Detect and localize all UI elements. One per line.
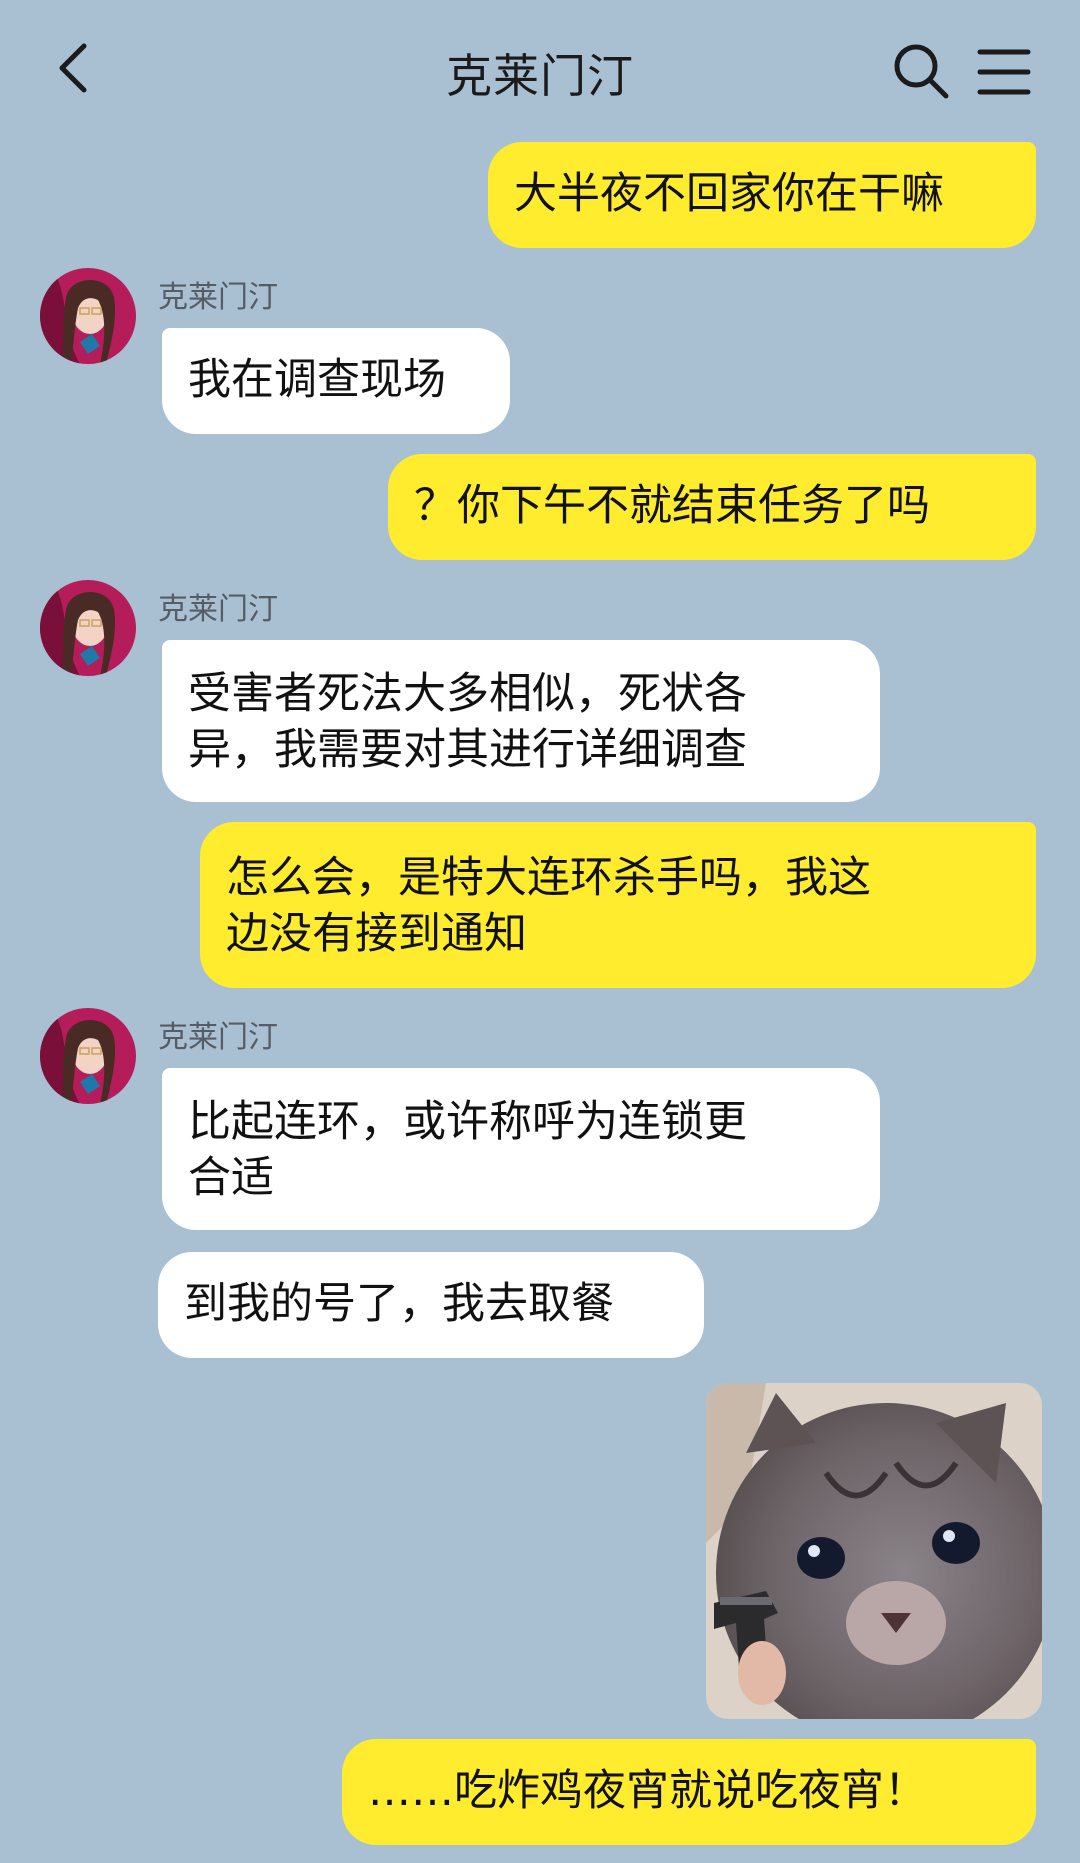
contact-avatar[interactable]: [40, 268, 136, 364]
contact-avatar[interactable]: [40, 1008, 136, 1104]
outgoing-message[interactable]: 怎么会，是特大连环杀手吗，我这 边没有接到通知: [200, 822, 1036, 988]
search-icon: [894, 44, 949, 99]
message-text: ？你下午不就结束任务了吗: [414, 481, 930, 531]
message-text: 到我的号了，我去取餐: [184, 1279, 614, 1329]
incoming-message[interactable]: 受害者死法大多相似，死状各 异，我需要对其进行详细调查: [162, 640, 880, 802]
outgoing-message[interactable]: ……吃炸鸡夜宵就说吃夜宵！: [342, 1739, 1036, 1845]
top-bar: 克莱门汀: [0, 0, 1080, 140]
message-text: 大半夜不回家你在干嘛: [514, 169, 944, 219]
message-text-line: 异，我需要对其进行详细调查: [188, 725, 747, 775]
sender-name: 克莱门汀: [158, 592, 278, 627]
incoming-message[interactable]: 比起连环，或许称呼为连锁更 合适: [162, 1068, 880, 1230]
message-text: ……吃炸鸡夜宵就说吃夜宵！: [368, 1766, 927, 1816]
message-text-line: 比起连环，或许称呼为连锁更: [188, 1097, 747, 1147]
crying-kitten-with-gun-sticker: [706, 1383, 1042, 1719]
menu-button[interactable]: [976, 44, 1032, 100]
message-text: 我在调查现场: [188, 355, 446, 405]
message-text-line: 边没有接到通知: [226, 909, 527, 959]
search-button[interactable]: [890, 40, 952, 102]
message-text-line: 合适: [188, 1153, 274, 1203]
outgoing-message[interactable]: ？你下午不就结束任务了吗: [388, 454, 1036, 560]
outgoing-message[interactable]: 大半夜不回家你在干嘛: [488, 142, 1036, 248]
contact-avatar[interactable]: [40, 580, 136, 676]
incoming-message[interactable]: 到我的号了，我去取餐: [158, 1252, 704, 1358]
sender-name: 克莱门汀: [158, 1020, 278, 1055]
message-text-line: 受害者死法大多相似，死状各: [188, 669, 747, 719]
menu-icon: [977, 49, 1031, 95]
sender-name: 克莱门汀: [158, 280, 278, 315]
message-text-line: 怎么会，是特大连环杀手吗，我这: [226, 853, 871, 903]
incoming-message[interactable]: 我在调查现场: [162, 328, 510, 434]
sticker-image[interactable]: [706, 1383, 1042, 1719]
